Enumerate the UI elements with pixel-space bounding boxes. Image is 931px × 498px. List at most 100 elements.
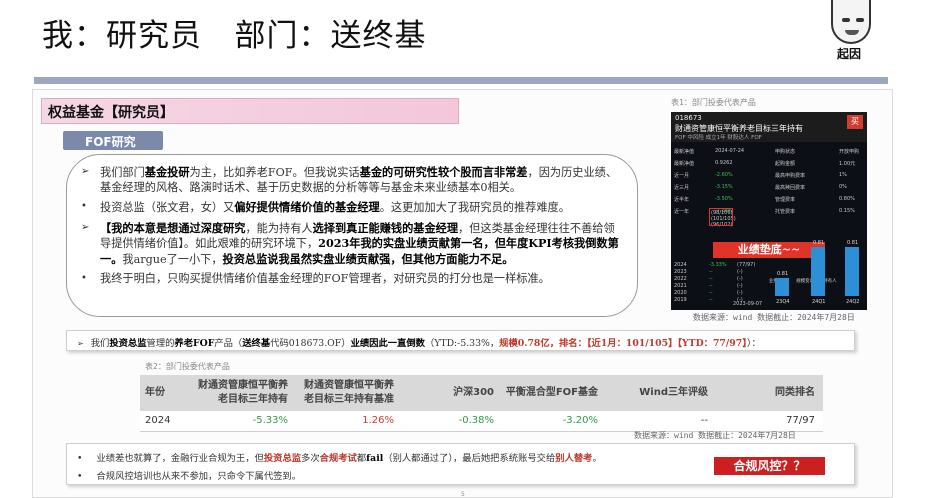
text-run: 规模0.78亿，排名：【近1月：101/105】【YTD：77/97】 <box>499 338 747 349</box>
bullet-paragraph: ➢ 【我的本意是想通过深度研究，能为持有人选择到真正能赚钱的基金经理，但这类基金经… <box>81 221 621 268</box>
fund-stat: -- <box>709 269 713 275</box>
fund-stat: 开放申购 <box>839 149 860 155</box>
table-header: 沪深300 <box>402 375 502 411</box>
meme-face-icon <box>831 0 871 44</box>
text-run: 基金投研 <box>144 165 190 179</box>
text-run: 多次 <box>301 453 320 464</box>
rank-highlight-box <box>709 208 733 226</box>
table-header: 财通资管康恒平衡养老目标三年持有基准 <box>296 375 402 411</box>
text-run: 投资总监 <box>109 338 147 349</box>
text-run: （YTD:-5.33%， <box>424 338 500 349</box>
fund-stat: (-) <box>737 276 743 282</box>
table-header-row: 年份 财通资管康恒平衡养老目标三年持有 财通资管康恒平衡养老目标三年持有基准 沪… <box>140 375 823 411</box>
table-cell: -- <box>606 411 716 432</box>
text-run: 基金的可研究性较个股而言非常差 <box>359 165 528 179</box>
note-box: ➢ 我们投资总监管理的养老FOF产品（送终基代码018673.OF）业绩因此一直倒… <box>66 330 855 351</box>
bar-value-label: 0.81 <box>777 270 789 277</box>
text-run: 。这更加加大了我研究员的推荐难度。 <box>379 201 570 214</box>
text-run: 我argue了一小下， <box>122 252 223 266</box>
table-row: 2024 -5.33% 1.26% -0.38% -3.20% -- 77/97 <box>140 411 823 432</box>
performance-banner: 业绩垫底~~ <box>713 242 825 258</box>
bullet-paragraph: • 我终于明白，只购买提供情绪价值基金经理的FOF管理者，对研究员的打分也是一样标… <box>81 272 621 287</box>
bottom-line: • 合规风控培训也从来不参加，只命令下属代签到。 <box>77 468 301 482</box>
fund-stat: -3.15% <box>715 184 733 190</box>
fund-stat: 近三月 <box>674 185 690 191</box>
fund-stat: 管理费率 <box>775 197 796 203</box>
bullet-marker: • <box>77 471 83 482</box>
page-title: 我：研究员 部门：送终基 <box>42 18 427 54</box>
meme-caption: 起因 <box>837 47 862 61</box>
text-run: 我们部门 <box>100 166 145 179</box>
fund-stat: -3.33% <box>709 262 727 268</box>
table-cell: -3.20% <box>502 411 606 432</box>
bullet-text: 我们部门基金投研为主，比如养老FOF。但我说实话基金的可研究性较个股而言非常差，… <box>100 165 617 194</box>
text-run: 【我的本意是想通过深度研究 <box>100 220 246 235</box>
text-run: 偏好提供情绪价值的基金经理 <box>234 200 380 214</box>
chart-bar <box>845 247 859 296</box>
bar-value-label: 0.81 <box>813 240 825 247</box>
text-run: （别人都通过了），最后她把系统账号交给 <box>383 453 556 464</box>
figure1-source: 数据来源：wind 数据截止：2024年7月28日 <box>693 313 855 322</box>
table-header: 同类排名 <box>716 375 823 411</box>
table-caption: 表2：部门投委代表产品 <box>145 362 230 371</box>
buy-button: 买 <box>847 115 863 129</box>
fund-stat: -- <box>709 283 713 289</box>
bar-category-label: 23Q4 <box>776 299 790 305</box>
fund-stat: (77/97) <box>737 262 756 268</box>
speech-bubble: ➢ 我们部门基金投研为主，比如养老FOF。但我说实话基金的可研究性较个股而言非常差… <box>66 154 638 317</box>
meme-eye-icon <box>856 18 864 22</box>
text-run: 我们 <box>90 338 110 349</box>
bullet-paragraph: • 投资总监（张文君，女）又偏好提供情绪价值的基金经理。这更加加大了我研究员的推荐… <box>81 200 621 216</box>
note-marker: ➢ <box>77 339 84 348</box>
text-run: 投资总监说我虽然实盘业绩贡献强，但其他方面能力不足。 <box>222 251 514 266</box>
performance-table: 年份 财通资管康恒平衡养老目标三年持有 财通资管康恒平衡养老目标三年持有基准 沪… <box>140 375 823 432</box>
fund-stat: 0% <box>839 184 847 190</box>
fund-header: 018673 财通资管康恒平衡养老目标三年持有 FOF 中风险 成立1年 财股达… <box>671 112 867 142</box>
figure1-caption: 表1：部门投委代表产品 <box>671 98 756 107</box>
text-run: 业绩差也就算了，金融行业合规为王，但 <box>96 453 264 464</box>
bullet-text: 【我的本意是想通过深度研究，能为持有人选择到真正能赚钱的基金经理，但这类基金经理… <box>100 220 619 266</box>
fund-stat: 最新净值 <box>674 149 695 155</box>
slide-document: 权益基金【研究员】 FOF研究 ➢ 我们部门基金投研为主，比如养老FOF。但我说实… <box>32 89 893 498</box>
chart-bar <box>775 277 789 296</box>
text-run: ，能为持有人 <box>245 221 313 235</box>
table-cell: 2024 <box>140 411 192 432</box>
fof-tag: FOF研究 <box>63 131 163 150</box>
meme-eye-icon <box>842 18 850 22</box>
fund-stat: 最新净值 <box>674 161 695 167</box>
table-source: 数据来源：wind 数据截止：2024年7月28日 <box>634 431 796 440</box>
meme-image: 起因 <box>817 0 907 66</box>
bottom-line-text: 业绩差也就算了，金融行业合规为王，但投资总监多次合规考试都fail（别人都通过了… <box>96 453 601 464</box>
meme-mouth-icon <box>845 30 859 35</box>
fund-stat: 2022 <box>674 276 687 282</box>
bullet-marker: • <box>81 201 87 212</box>
text-run: 送终基 <box>242 338 271 349</box>
fund-subtitle: FOF 中风险 成立1年 财股达人 FOF <box>675 135 762 141</box>
bullet-marker: • <box>81 273 87 284</box>
bar-value-label: 0.81 <box>847 240 859 247</box>
bullet-text: 投资总监（张文君，女）又偏好提供情绪价值的基金经理。这更加加大了我研究员的推荐难… <box>100 200 570 214</box>
fund-stat: 2023 <box>674 269 687 275</box>
fund-stat: 近一年 <box>674 209 690 215</box>
fund-stat: (-) <box>737 290 743 296</box>
table-cell: -5.33% <box>192 411 296 432</box>
bottom-line: • 业绩差也就算了，金融行业合规为王，但投资总监多次合规考试都fail（别人都通过… <box>77 450 602 464</box>
text-run: 合规考试 <box>319 453 357 464</box>
text-run: 为主，比如养老FOF。但我说实话 <box>189 166 360 179</box>
fund-stat: 0.9262 <box>715 160 733 166</box>
fund-stat: 2024 <box>674 262 687 268</box>
table-cell: 1.26% <box>296 411 402 432</box>
text-run: 。 <box>592 453 602 464</box>
fund-stat: 0.15% <box>839 208 855 214</box>
text-run: 代码018673.OF） <box>270 338 351 349</box>
text-run: 业绩因此一直倒数 <box>350 338 425 349</box>
fund-stat: 起购金额 <box>775 161 796 167</box>
fund-stat: 最高申购费率 <box>775 173 806 179</box>
text-run: 养老FOF <box>174 338 215 349</box>
fund-stat: 托管费率 <box>775 209 796 215</box>
text-run: 管理的 <box>146 338 175 349</box>
bar-category-label: 24Q2 <box>846 299 860 305</box>
section-header: 权益基金【研究员】 <box>41 98 459 124</box>
page-number: 5 <box>461 491 465 498</box>
fund-stat: 2020 <box>674 290 687 296</box>
